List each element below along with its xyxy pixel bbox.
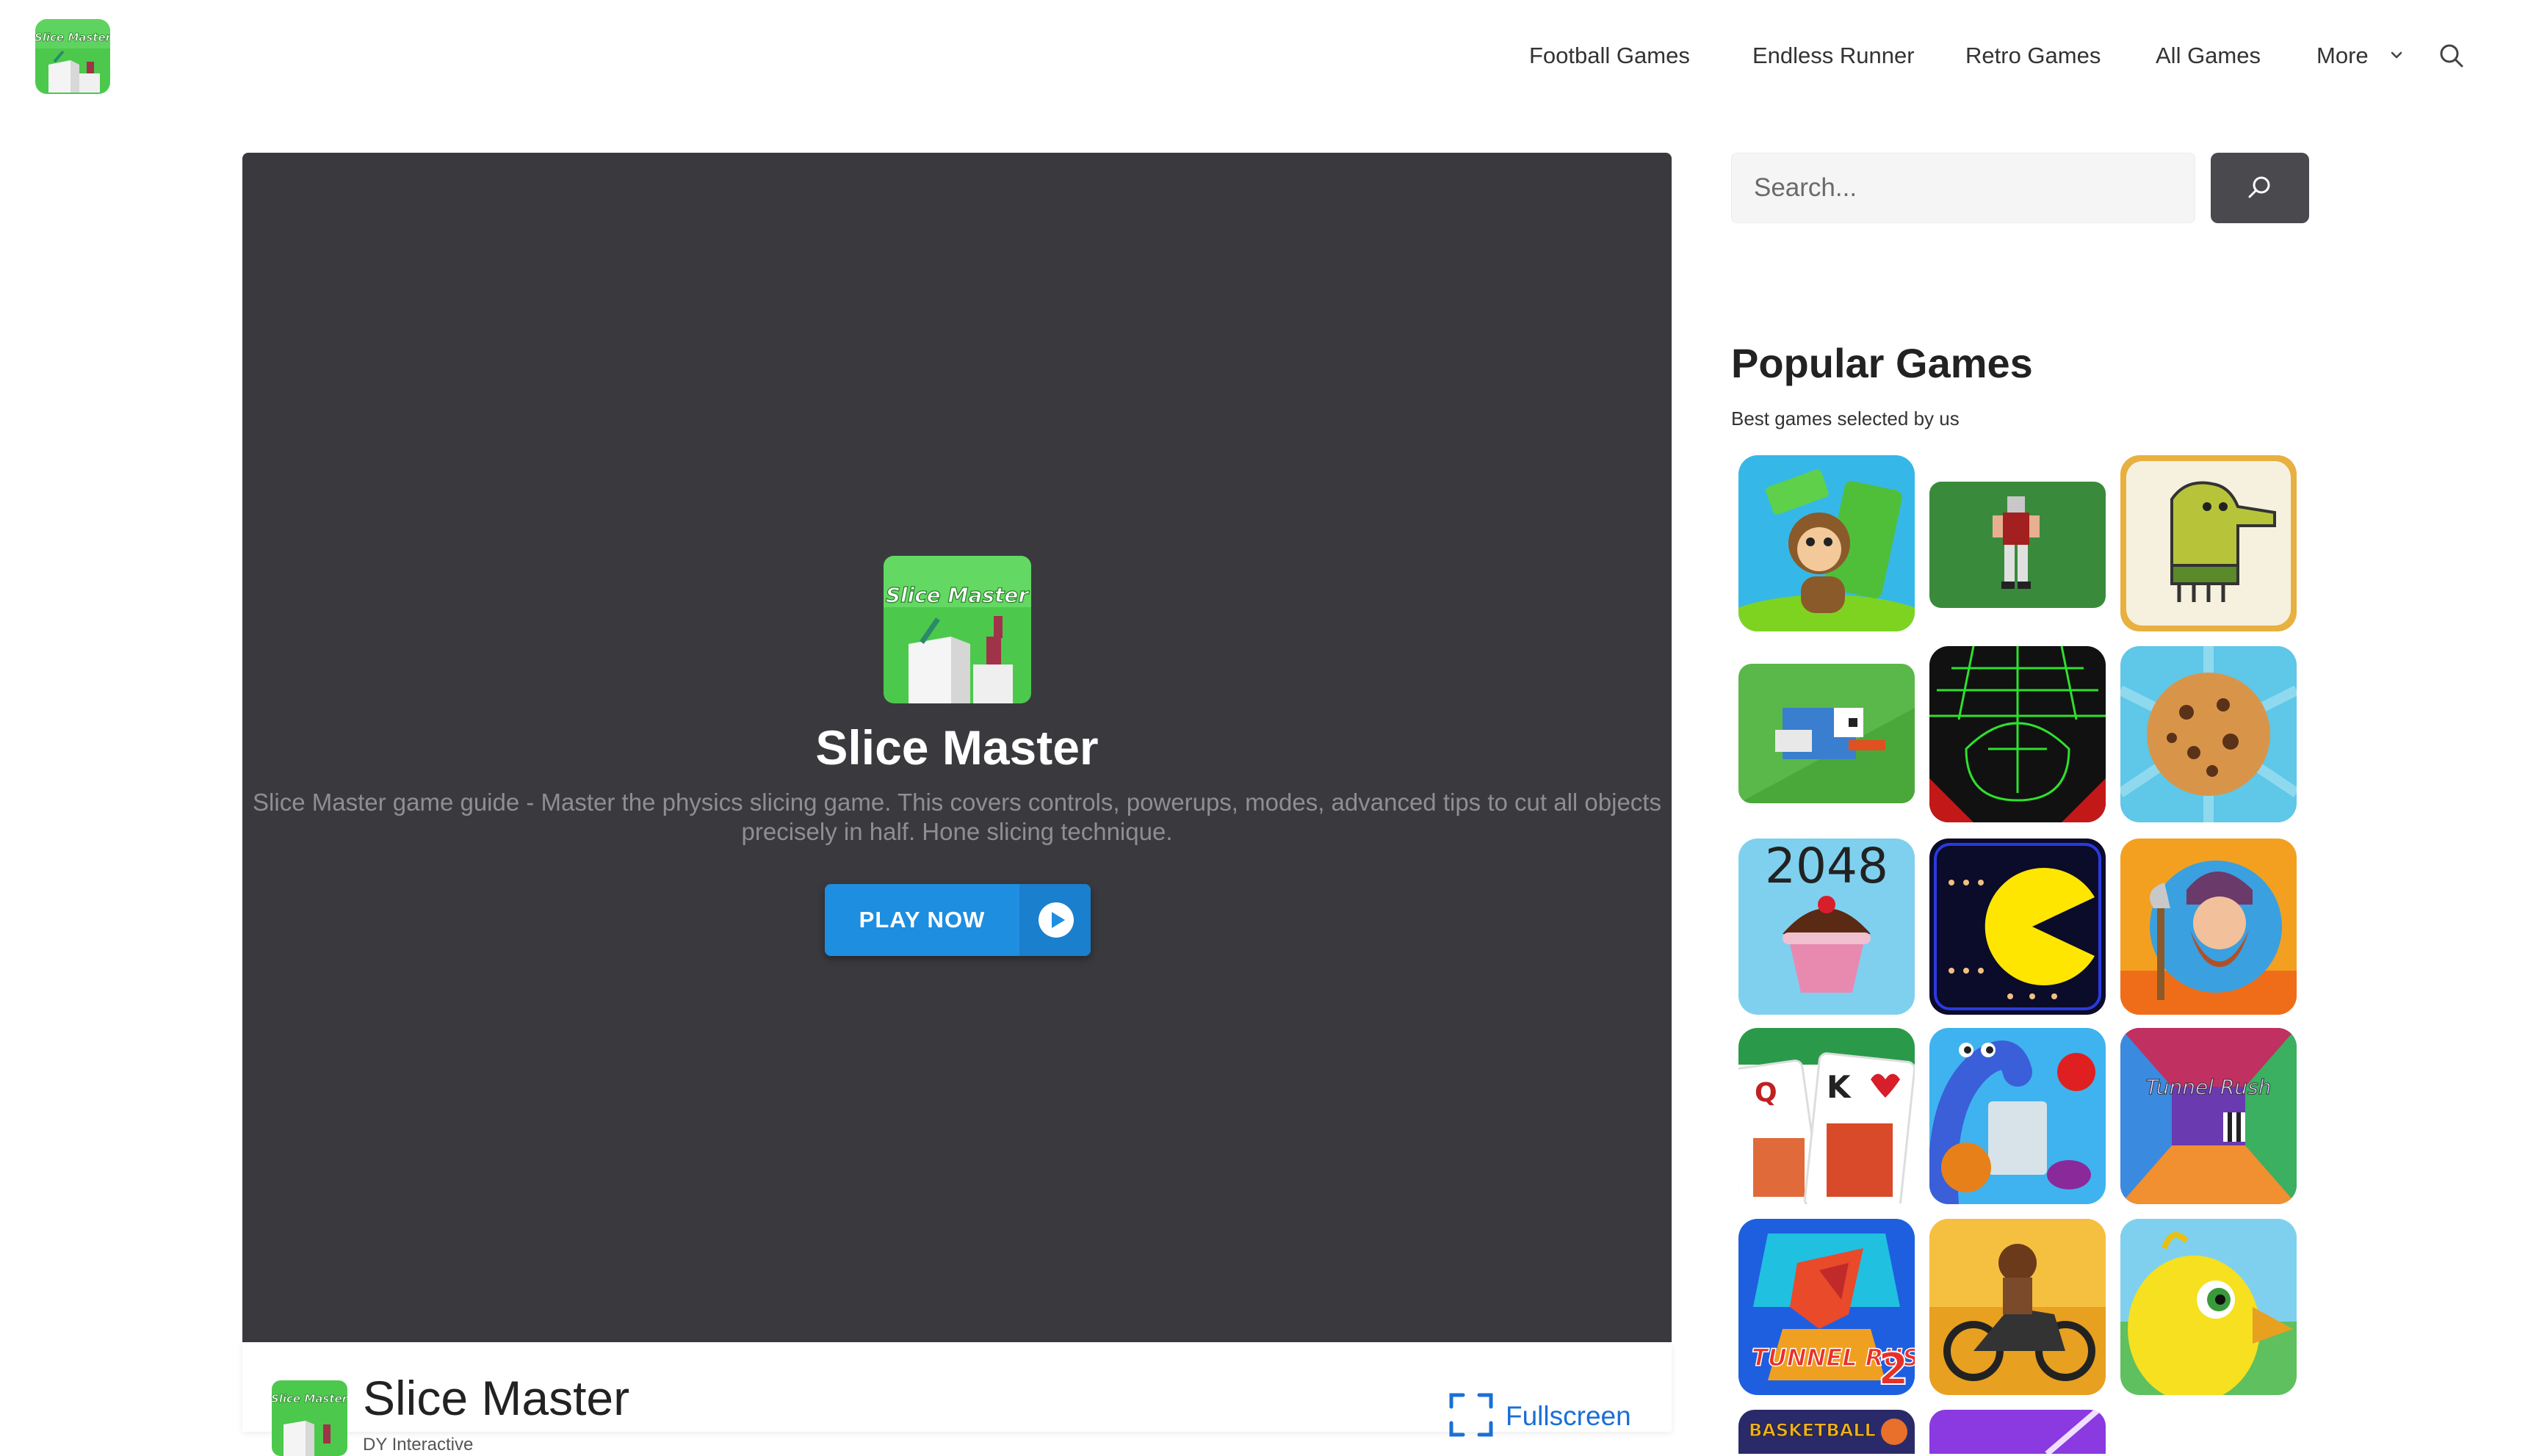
svg-text:Slice Master: Slice Master xyxy=(35,31,110,44)
game-tile-doodle-jump[interactable] xyxy=(2120,455,2297,631)
game-tile-duck-life[interactable] xyxy=(2120,1219,2297,1395)
game-description: Slice Master game guide - Master the phy… xyxy=(253,789,1661,845)
search-button[interactable] xyxy=(2211,153,2309,223)
slice-master-small-icon: Slice Master xyxy=(272,1380,347,1456)
svg-text:Q: Q xyxy=(1755,1078,1777,1108)
play-now-button[interactable]: PLAY NOW xyxy=(825,884,1091,956)
popular-games-title: Popular Games xyxy=(1731,340,2033,386)
flappy-bird-thumbnail xyxy=(1738,664,1915,803)
solitaire-thumbnail: Q K xyxy=(1738,1028,1915,1204)
moto-x3m-thumbnail xyxy=(1929,1219,2106,1395)
info-game-icon: Slice Master xyxy=(272,1380,347,1456)
basketball-thumbnail: BASKETBALL xyxy=(1738,1410,1915,1454)
game-tile-cookie-clicker[interactable] xyxy=(2120,646,2297,822)
site-logo[interactable]: Slice Master xyxy=(35,19,110,94)
game-tile-lumberjack[interactable] xyxy=(2120,839,2297,1015)
lumberjack-thumbnail xyxy=(2120,839,2297,1015)
snake-thumbnail xyxy=(1929,1028,2106,1204)
nav-all-games[interactable]: All Games xyxy=(2156,43,2261,69)
game-tile-solitaire[interactable]: Q K xyxy=(1738,1028,1915,1204)
game-tile-snake[interactable] xyxy=(1929,1028,2106,1204)
game-tile-tunnel-rush-2[interactable]: TUNNEL RUSH 2 xyxy=(1738,1219,1915,1395)
svg-text:2048: 2048 xyxy=(1765,839,1888,894)
retro-football-thumbnail xyxy=(1929,482,2106,608)
game-title: Slice Master xyxy=(815,720,1099,775)
game-tile-monkey-mart[interactable] xyxy=(1738,455,1915,631)
play-now-label: PLAY NOW xyxy=(859,907,986,932)
doodle-jump-thumbnail xyxy=(2120,455,2297,631)
svg-text:BASKETBALL: BASKETBALL xyxy=(1749,1420,1876,1441)
site-header: Slice Master Football Games Endless Runn… xyxy=(0,0,2528,110)
popular-games-subtitle: Best games selected by us xyxy=(1731,408,1960,430)
game-tile-2048[interactable]: 2048 xyxy=(1738,839,1915,1015)
nav-football-games[interactable]: Football Games xyxy=(1529,43,1690,69)
slice-master-icon: Slice Master xyxy=(884,556,1031,703)
search-icon xyxy=(2248,176,2270,198)
game-tile-purple[interactable] xyxy=(1929,1410,2106,1454)
game-tile-basketball[interactable]: BASKETBALL xyxy=(1738,1410,1915,1454)
2048-cupcakes-thumbnail: 2048 xyxy=(1738,839,1915,1015)
nav-retro-games[interactable]: Retro Games xyxy=(1965,43,2101,69)
svg-text:2: 2 xyxy=(1878,1344,1909,1395)
search-input[interactable] xyxy=(1731,153,2195,223)
nav-more[interactable]: More xyxy=(2316,43,2369,69)
tunnel-rush-thumbnail: Tunnel Rush xyxy=(2120,1028,2297,1204)
nav-endless-runner[interactable]: Endless Runner xyxy=(1752,43,1915,69)
monkey-mart-thumbnail xyxy=(1738,455,1915,631)
game-icon: Slice Master xyxy=(884,556,1031,703)
svg-text:Slice Master: Slice Master xyxy=(886,583,1030,607)
fullscreen-label: Fullscreen xyxy=(1506,1401,1631,1431)
info-developer: DY Interactive xyxy=(363,1435,474,1455)
pacman-thumbnail xyxy=(1929,839,2106,1015)
svg-text:Tunnel Rush: Tunnel Rush xyxy=(2146,1075,2272,1099)
game-tile-moto-x3m[interactable] xyxy=(1929,1219,2106,1395)
game-tile-slope[interactable] xyxy=(1929,646,2106,822)
slope-thumbnail xyxy=(1929,646,2106,822)
info-game-title: Slice Master xyxy=(363,1371,630,1425)
cookie-clicker-thumbnail xyxy=(2120,646,2297,822)
fullscreen-button[interactable]: Fullscreen xyxy=(1448,1392,1632,1444)
search-icon[interactable] xyxy=(2437,41,2466,70)
tunnel-rush-2-thumbnail: TUNNEL RUSH 2 xyxy=(1738,1219,1915,1395)
chevron-down-icon[interactable] xyxy=(2386,44,2408,66)
svg-text:K: K xyxy=(1827,1069,1852,1105)
slice-master-logo-icon: Slice Master xyxy=(35,19,110,94)
svg-text:Slice Master: Slice Master xyxy=(272,1392,347,1405)
fullscreen-icon xyxy=(1449,1393,1493,1437)
purple-game-thumbnail xyxy=(1929,1410,2106,1454)
play-icon xyxy=(1039,902,1074,938)
duck-life-thumbnail xyxy=(2120,1219,2297,1395)
game-tile-flappy-bird[interactable] xyxy=(1738,664,1915,803)
game-tile-retro-football[interactable] xyxy=(1929,482,2106,608)
game-tile-pacman[interactable] xyxy=(1929,839,2106,1015)
game-tile-tunnel-rush[interactable]: Tunnel Rush xyxy=(2120,1028,2297,1204)
